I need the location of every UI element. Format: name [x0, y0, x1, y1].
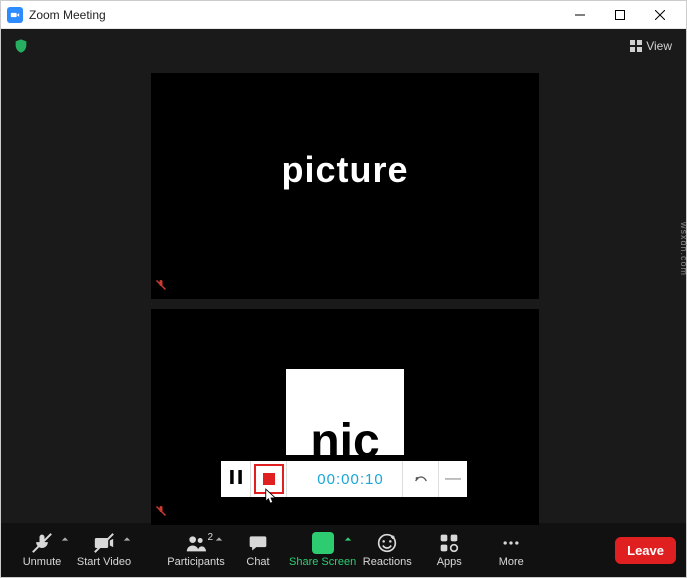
- share-screen-label: Share Screen: [289, 556, 356, 568]
- tile1-name-badge: [151, 275, 269, 299]
- recording-pause-button[interactable]: [221, 461, 251, 497]
- apps-button[interactable]: Apps: [418, 532, 480, 568]
- muted-mic-icon: [155, 504, 167, 522]
- participants-button[interactable]: Participants 2: [165, 532, 227, 568]
- tile1-display-name: picture: [281, 149, 408, 191]
- titlebar: Zoom Meeting: [1, 1, 686, 29]
- window-minimize-button[interactable]: [560, 1, 600, 29]
- unmute-button[interactable]: Unmute: [11, 532, 73, 568]
- window-close-button[interactable]: [640, 1, 680, 29]
- apps-icon: [439, 533, 459, 553]
- reactions-button[interactable]: Reactions: [356, 532, 418, 568]
- watermark-text: wsxdn.com: [679, 222, 687, 276]
- start-video-label: Start Video: [77, 556, 131, 568]
- chat-label: Chat: [246, 556, 269, 568]
- recording-time: 00:00:10: [287, 461, 403, 497]
- leave-label: Leave: [627, 543, 664, 558]
- window-maximize-button[interactable]: [600, 1, 640, 29]
- muted-mic-icon: [155, 278, 167, 296]
- tile2-avatar-card: nic: [286, 369, 404, 455]
- start-video-button[interactable]: Start Video: [73, 532, 135, 568]
- recording-stop-button[interactable]: [251, 461, 287, 497]
- chevron-up-icon[interactable]: [215, 534, 223, 546]
- reactions-icon: [377, 533, 397, 553]
- chevron-up-icon[interactable]: [61, 534, 69, 546]
- chat-button[interactable]: Chat: [227, 532, 289, 568]
- tile2-avatar-text: nic: [310, 414, 379, 455]
- meeting-controls: Unmute Start Video Participants 2 Chat: [1, 523, 686, 577]
- chat-icon: [248, 533, 268, 553]
- window-title: Zoom Meeting: [29, 8, 106, 22]
- participants-icon: [186, 533, 206, 553]
- stop-icon: [254, 464, 284, 494]
- more-button[interactable]: More: [480, 532, 542, 568]
- share-screen-icon: [312, 532, 334, 554]
- unmute-label: Unmute: [23, 556, 62, 568]
- more-label: More: [499, 556, 524, 568]
- recording-minimize-button[interactable]: —: [439, 461, 467, 497]
- leave-button[interactable]: Leave: [615, 537, 676, 564]
- meeting-area: View picture nic: [1, 29, 686, 523]
- zoom-app-icon: [7, 7, 23, 23]
- apps-label: Apps: [437, 556, 462, 568]
- chevron-up-icon[interactable]: [344, 534, 352, 546]
- more-icon: [501, 533, 521, 553]
- view-label: View: [646, 39, 672, 53]
- video-tile-1[interactable]: picture: [151, 73, 539, 299]
- view-button[interactable]: View: [624, 37, 678, 55]
- share-screen-button[interactable]: Share Screen: [289, 532, 356, 568]
- zoom-window: Zoom Meeting View picture: [0, 0, 687, 578]
- participants-count: 2: [207, 532, 213, 543]
- video-tile-2[interactable]: nic 00:00:10: [151, 309, 539, 525]
- tile2-name-badge: [151, 501, 269, 525]
- meeting-topbar: View: [13, 37, 678, 55]
- encryption-shield-icon[interactable]: [13, 38, 29, 54]
- recording-toolbar: 00:00:10 —: [221, 461, 467, 497]
- grid-icon: [630, 40, 642, 52]
- participants-label: Participants: [167, 556, 224, 568]
- chevron-up-icon[interactable]: [123, 534, 131, 546]
- recording-draw-button[interactable]: [403, 461, 439, 497]
- video-gallery: picture nic: [151, 73, 539, 465]
- reactions-label: Reactions: [363, 556, 412, 568]
